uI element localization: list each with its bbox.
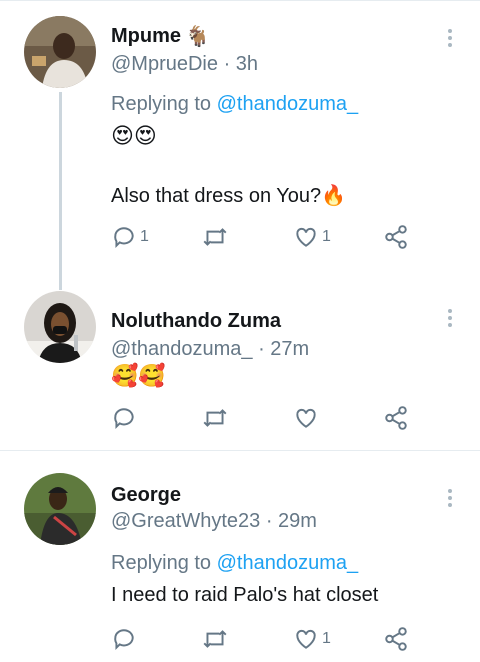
share-button[interactable] (383, 222, 409, 252)
tweet-time: · 29m (265, 510, 317, 532)
avatar[interactable] (24, 16, 96, 88)
reply-count: 1 (140, 228, 149, 245)
replying-to: Replying to @thandozuma_ (111, 552, 358, 575)
retweet-icon (203, 630, 227, 648)
more-vertical-icon[interactable] (441, 26, 459, 50)
fire-emoji: 🔥 (321, 185, 347, 207)
retweet-button[interactable] (201, 222, 232, 252)
author-handle-row: @MprueDie · 3h (111, 53, 258, 76)
like-count: 1 (322, 228, 331, 245)
heart-icon (296, 629, 316, 649)
author-name[interactable]: Noluthando Zuma (111, 310, 281, 333)
goat-emoji: 🐐 (185, 26, 210, 48)
mention-link[interactable]: @thandozuma_ (217, 552, 359, 574)
author-row: Noluthando Zuma (111, 310, 281, 333)
author-handle[interactable]: @thandozuma_ (111, 338, 253, 360)
share-button[interactable] (383, 403, 409, 433)
reply-icon (114, 629, 134, 651)
author-handle[interactable]: @GreatWhyte23 (111, 510, 260, 532)
tweet-text: Also that dress on You?🔥 (111, 183, 346, 208)
reply-icon (114, 408, 134, 430)
heart-icon (296, 408, 316, 428)
tweet-time: · 27m (258, 338, 310, 360)
reply-button[interactable] (111, 624, 140, 654)
more-vertical-icon[interactable] (441, 306, 459, 330)
share-button[interactable] (383, 624, 409, 654)
mention-link[interactable]: @thandozuma_ (217, 93, 359, 115)
tweet-mpume[interactable]: Mpume 🐐 @MprueDie · 3h Replying to @than… (0, 0, 480, 290)
retweet-icon (203, 228, 227, 246)
replying-to: Replying to @thandozuma_ (111, 93, 358, 116)
author-handle[interactable]: @MprueDie (111, 53, 218, 75)
reply-icon (114, 227, 134, 249)
like-button[interactable]: 1 (293, 624, 331, 654)
share-icon (385, 406, 407, 430)
tweet-text: I need to raid Palo's hat closet (111, 584, 379, 606)
reply-button[interactable] (111, 403, 140, 433)
tweet-emoji-line: 🥰🥰 (111, 363, 166, 388)
replying-to-label: Replying to (111, 552, 212, 574)
author-row: George (111, 484, 181, 507)
tweet-george[interactable]: George @GreatWhyte23 · 29m Replying to @… (0, 451, 480, 662)
author-handle-row: @thandozuma_ · 27m (111, 338, 309, 361)
like-button[interactable] (293, 403, 322, 433)
tweet-noluthando[interactable]: Noluthando Zuma @thandozuma_ · 27m 🥰🥰 (0, 290, 480, 444)
thread-line (59, 92, 62, 290)
retweet-icon (203, 409, 227, 427)
avatar[interactable] (24, 473, 96, 545)
share-icon (385, 627, 407, 651)
author-handle-row: @GreatWhyte23 · 29m (111, 510, 317, 533)
more-vertical-icon[interactable] (441, 486, 459, 510)
avatar[interactable] (24, 291, 96, 363)
like-count: 1 (322, 630, 331, 647)
retweet-button[interactable] (201, 403, 232, 433)
tweet-text-body: Also that dress on You? (111, 185, 322, 207)
share-icon (385, 225, 407, 249)
replying-to-label: Replying to (111, 93, 212, 115)
reply-button[interactable]: 1 (111, 222, 149, 252)
action-bar: 1 1 (111, 222, 411, 252)
tweet-emoji-line: 😍😍 (111, 123, 157, 148)
heart-icon (296, 227, 316, 247)
author-name[interactable]: George (111, 484, 181, 507)
author-name[interactable]: Mpume (111, 25, 181, 48)
author-row: Mpume 🐐 (111, 24, 210, 49)
action-bar (111, 403, 411, 433)
tweet-time: · 3h (223, 53, 259, 75)
retweet-button[interactable] (201, 624, 232, 654)
action-bar: 1 (111, 624, 411, 654)
like-button[interactable]: 1 (293, 222, 331, 252)
